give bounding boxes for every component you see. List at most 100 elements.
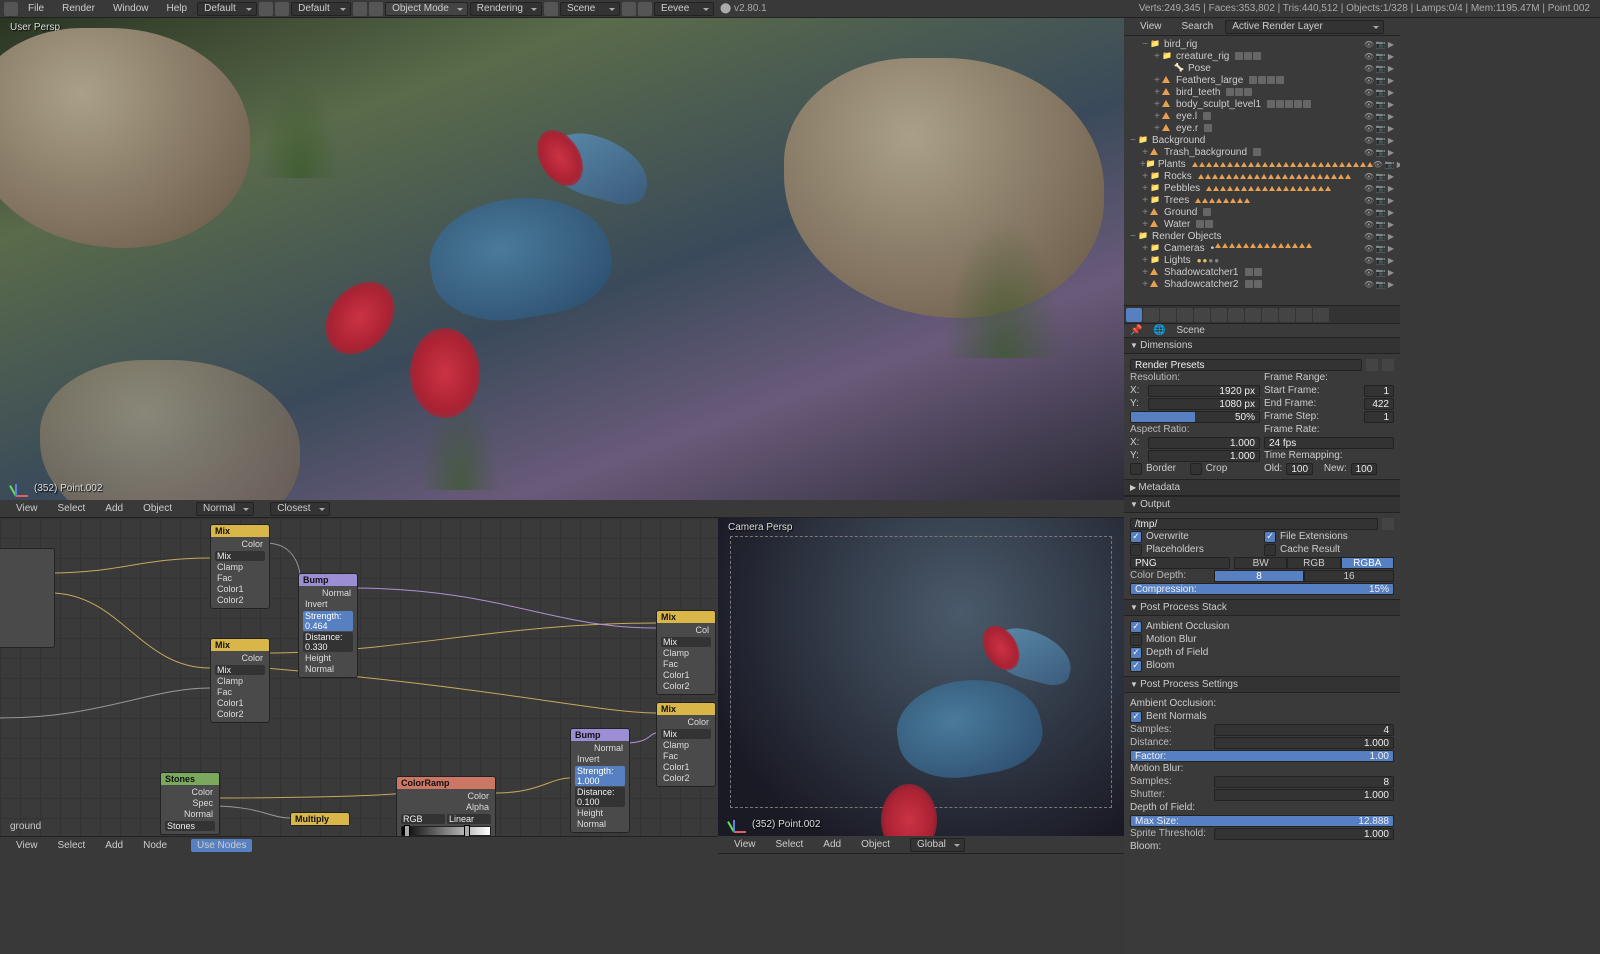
item-name[interactable]: Water (1162, 219, 1192, 230)
compression-slider[interactable]: Compression:15% (1130, 583, 1394, 595)
node-bump-2[interactable]: Bump Normal Invert Strength: 1.000 Dista… (570, 728, 630, 833)
node-fac[interactable]: Fac (661, 659, 711, 670)
restrict-icons[interactable]: 👁📷▶ (1364, 124, 1396, 133)
restrict-icons[interactable]: 👁📷▶ (1364, 256, 1396, 265)
node-header[interactable]: Mix (657, 703, 715, 715)
node-out-normal[interactable]: Normal (165, 809, 215, 820)
expand-icon[interactable]: + (1140, 219, 1150, 230)
node-distance[interactable]: Distance: 0.100 (575, 787, 625, 807)
tab-world[interactable] (1177, 308, 1193, 322)
cvp-menu-add[interactable]: Add (815, 837, 849, 852)
node-header[interactable]: Mix (211, 639, 269, 651)
item-name[interactable]: eye.l (1174, 111, 1199, 122)
item-name[interactable]: Pebbles (1162, 183, 1202, 194)
res-y-field[interactable]: 1080 px (1148, 398, 1260, 410)
restrict-icons[interactable]: 👁📷▶ (1364, 100, 1396, 109)
node-header[interactable]: Bump (299, 574, 357, 586)
scene-dropdown[interactable]: Scene (560, 2, 620, 16)
node-mix-3[interactable]: Mix Col Mix Clamp Fac Color1 Color2 (656, 610, 716, 695)
item-name[interactable]: bird_teeth (1174, 87, 1222, 98)
node-header[interactable]: Bump (571, 729, 629, 741)
node-tex-select[interactable]: Stones (165, 821, 215, 831)
border-checkbox[interactable] (1130, 463, 1142, 475)
output-path-field[interactable]: /tmp/ (1130, 518, 1378, 530)
outliner-item[interactable]: +eye.l👁📷▶ (1124, 110, 1400, 122)
restrict-icons[interactable]: 👁📷▶ (1364, 280, 1396, 289)
menu-render[interactable]: Render (54, 1, 103, 16)
orientation-dropdown[interactable]: Normal (196, 502, 254, 516)
item-name[interactable]: Feathers_large (1174, 75, 1245, 86)
outliner-item[interactable]: −📁Background👁📷▶ (1124, 134, 1400, 146)
outliner-tree[interactable]: −📁bird_rig👁📷▶+📁creature_rig👁📷▶🦴Pose👁📷▶+F… (1124, 36, 1400, 292)
3d-viewport-camera[interactable]: Camera Persp (352) Point.002 (718, 518, 1124, 836)
mb-samples-field[interactable]: 8 (1214, 776, 1394, 788)
expand-icon[interactable]: − (1128, 135, 1138, 146)
node-out-spec[interactable]: Spec (165, 798, 215, 809)
screen-layout-dropdown[interactable]: Default (197, 2, 257, 16)
tab-constraints[interactable] (1211, 308, 1227, 322)
tab-data[interactable] (1245, 308, 1261, 322)
node-normal[interactable]: Normal (303, 664, 353, 675)
restrict-icons[interactable]: 👁📷▶ (1364, 184, 1396, 193)
color-depth-segmented[interactable]: 816 (1214, 570, 1394, 582)
aspect-x-field[interactable]: 1.000 (1148, 437, 1260, 449)
remove-layout-icon[interactable] (275, 2, 289, 16)
node-color2[interactable]: Color2 (215, 595, 265, 606)
outliner-item[interactable]: +Water👁📷▶ (1124, 218, 1400, 230)
vp-menu-select[interactable]: Select (50, 501, 94, 516)
node-color1[interactable]: Color1 (661, 670, 711, 681)
node-blend-type[interactable]: Mix (661, 729, 711, 739)
node-multiply[interactable]: Multiply (290, 812, 350, 826)
outliner-item[interactable]: +📁Plants👁📷▶ (1124, 158, 1400, 170)
restrict-icons[interactable]: 👁📷▶ (1364, 268, 1396, 277)
outliner-item[interactable]: +Ground👁📷▶ (1124, 206, 1400, 218)
add-preset-icon[interactable] (1366, 359, 1378, 371)
outliner-item[interactable]: +Shadowcatcher2👁📷▶ (1124, 278, 1400, 290)
item-name[interactable]: Trash_background (1162, 147, 1249, 158)
node-blend-type[interactable]: Mix (215, 551, 265, 561)
add-layout-icon[interactable] (259, 2, 273, 16)
ne-menu-add[interactable]: Add (97, 838, 131, 853)
bent-checkbox[interactable] (1130, 711, 1142, 723)
tab-texture[interactable] (1279, 308, 1295, 322)
expand-icon[interactable]: + (1152, 111, 1162, 122)
outliner-item[interactable]: +📁creature_rig👁📷▶ (1124, 50, 1400, 62)
restrict-icons[interactable]: 👁📷▶ (1364, 148, 1396, 157)
aspect-y-field[interactable]: 1.000 (1148, 450, 1260, 462)
outliner-item[interactable]: +body_sculpt_level1👁📷▶ (1124, 98, 1400, 110)
outliner-item[interactable]: +📁Trees👁📷▶ (1124, 194, 1400, 206)
node-out[interactable]: Color (661, 717, 711, 728)
tab-object[interactable] (1194, 308, 1210, 322)
item-name[interactable]: Cameras (1162, 243, 1207, 254)
remap-old-field[interactable]: 100 (1286, 463, 1313, 475)
tab-render-layers[interactable] (1143, 308, 1159, 322)
node-colorramp[interactable]: ColorRamp Color Alpha RGB Linear (396, 776, 496, 836)
tab-scene[interactable] (1160, 308, 1176, 322)
expand-icon[interactable]: + (1140, 279, 1150, 290)
item-name[interactable]: Rocks (1162, 171, 1194, 182)
crop-checkbox[interactable] (1190, 463, 1202, 475)
panel-dimensions-header[interactable]: Dimensions (1124, 337, 1400, 354)
3d-viewport-main[interactable]: User Persp (352) Point.002 (0, 18, 1124, 500)
node-normal[interactable]: Normal (575, 819, 625, 830)
node-fac[interactable]: Fac (661, 751, 711, 762)
tab-particles[interactable] (1296, 308, 1312, 322)
node-header[interactable]: Multiply (291, 813, 349, 825)
file-ext-checkbox[interactable] (1264, 531, 1276, 543)
node-header[interactable]: ColorRamp (397, 777, 495, 789)
expand-icon[interactable]: + (1140, 171, 1150, 182)
node-distance[interactable]: Distance: 0.330 (303, 632, 353, 652)
node-color2[interactable]: Color2 (215, 709, 265, 720)
restrict-icons[interactable]: 👁📷▶ (1364, 208, 1396, 217)
use-nodes-toggle[interactable]: Use Nodes (191, 839, 252, 852)
ao-distance-field[interactable]: 1.000 (1214, 737, 1394, 749)
restrict-icons[interactable]: 👁📷▶ (1364, 244, 1396, 253)
restrict-icons[interactable]: 👁📷▶ (1364, 64, 1396, 73)
res-x-field[interactable]: 1920 px (1148, 385, 1260, 397)
expand-icon[interactable]: + (1140, 243, 1150, 254)
tab-physics[interactable] (1313, 308, 1329, 322)
node-output-normal[interactable]: Normal (575, 743, 625, 754)
remove-icon[interactable] (369, 2, 383, 16)
expand-icon[interactable]: + (1152, 99, 1162, 110)
restrict-icons[interactable]: 👁📷▶ (1364, 172, 1396, 181)
